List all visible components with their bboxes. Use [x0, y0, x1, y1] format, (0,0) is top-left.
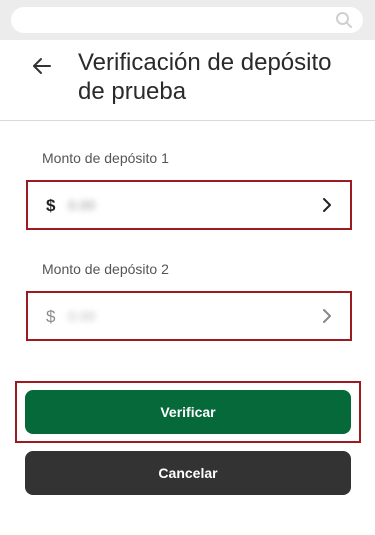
- deposit-2-label: Monto de depósito 2: [42, 261, 169, 277]
- deposit-2-currency: $: [46, 307, 56, 326]
- page-header: Verificación de depósito de prueba: [0, 40, 375, 120]
- verify-button-highlight: Verificar: [15, 381, 361, 443]
- deposit-2-field[interactable]: $ 0.00: [26, 291, 352, 341]
- deposit-2-value: 0.00: [68, 308, 96, 324]
- cancel-button[interactable]: Cancelar: [25, 451, 351, 495]
- verify-button[interactable]: Verificar: [25, 390, 351, 434]
- deposit-1-currency: $: [46, 196, 56, 215]
- search-icon[interactable]: [335, 11, 353, 29]
- search-bar[interactable]: [11, 7, 363, 33]
- browser-top-bar: [0, 0, 375, 40]
- back-arrow-icon[interactable]: [30, 54, 54, 78]
- deposit-1-value: 0.00: [68, 197, 96, 213]
- page-title: Verificación de depósito de prueba: [78, 49, 332, 105]
- deposit-1-label: Monto de depósito 1: [42, 150, 169, 166]
- header-divider: [0, 120, 375, 121]
- deposit-1-field[interactable]: $ 0.00: [26, 180, 352, 230]
- chevron-right-icon: [323, 309, 331, 323]
- chevron-right-icon: [323, 198, 331, 212]
